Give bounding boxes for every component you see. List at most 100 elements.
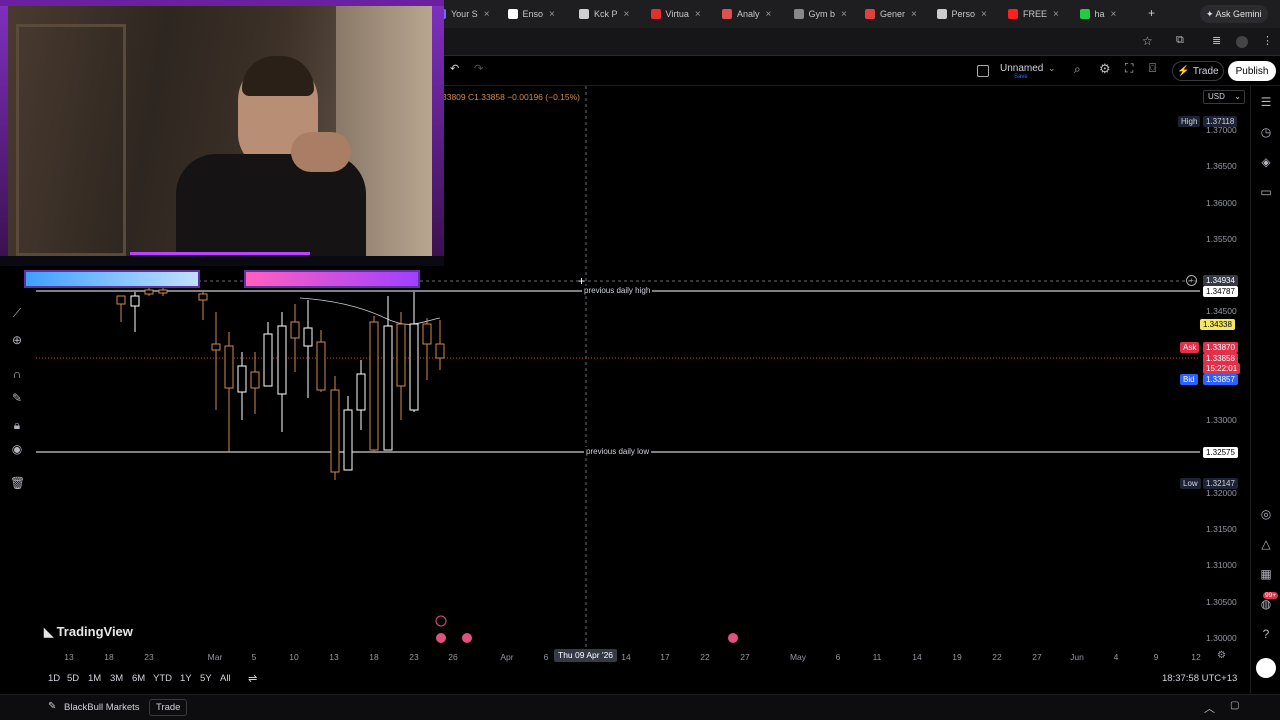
time-axis-tick: 13 (329, 652, 339, 662)
time-axis-tick: 14 (912, 652, 922, 662)
candle-body (303, 327, 313, 347)
zoom-in-icon[interactable]: ⊕ (10, 333, 24, 347)
time-axis-tick: 27 (740, 652, 750, 662)
target-icon[interactable]: ◎ (1258, 506, 1274, 522)
time-axis-tick: 13 (64, 652, 74, 662)
candle-body (396, 323, 406, 387)
cam-person-hair (242, 56, 314, 96)
range-button[interactable]: 5D (67, 673, 79, 684)
price-axis-tick: 1.36500 (1206, 161, 1237, 172)
range-button[interactable]: All (220, 673, 231, 684)
watchlist-icon[interactable]: ☰ (1258, 94, 1274, 110)
ohlc-legend: 33809 C1.33858 −0.00196 (−0.15%) (442, 92, 581, 102)
event-marker-icon[interactable] (436, 633, 446, 643)
trash-icon[interactable]: 🗑︎ (10, 476, 25, 490)
currency-select[interactable]: USD ⌄ (1203, 90, 1245, 104)
event-marker-icon[interactable] (435, 615, 447, 627)
status-trade-button[interactable]: Trade (149, 699, 188, 716)
candle-body (130, 295, 140, 307)
time-axis-tick: Mar (207, 652, 223, 662)
price-axis-tick: 1.30500 (1206, 596, 1237, 607)
time-axis-tick: Jun (1070, 652, 1084, 662)
lock-icon[interactable]: 🔒︎ (10, 418, 24, 432)
time-axis-tick: 14 (621, 652, 631, 662)
currency-label: USD (1208, 92, 1225, 101)
candle-body (277, 325, 287, 395)
assistant-button[interactable] (1256, 658, 1276, 678)
time-axis-tick: 23 (409, 652, 419, 662)
moving-average-line (299, 297, 441, 325)
layers-icon[interactable]: ◈ (1258, 154, 1274, 170)
chat-icon[interactable]: ▭ (1258, 184, 1274, 200)
ruler-icon[interactable]: ⟋ (10, 306, 24, 320)
price-axis-tick: 1.36000 (1206, 197, 1237, 208)
candle-body (330, 389, 340, 473)
webcam-overlay (0, 0, 444, 294)
add-alert-icon[interactable]: + (1186, 275, 1197, 286)
candle-body (290, 321, 300, 339)
ideas-icon[interactable]: △ (1258, 536, 1274, 552)
time-axis-tick: 23 (144, 652, 154, 662)
webcam-frame-bottom (0, 256, 444, 266)
right-widget-bar: ☰ ◷ ◈ ▭ ◎ △ ▦ ◍ 99+ ? (1250, 86, 1280, 694)
range-button[interactable]: 1M (88, 673, 101, 684)
tradingview-logo-icon: ◣ (44, 625, 57, 639)
drawing-tools-sidebar: ⟋ ⊕ ∩ ✎ 🔒︎ ◉ 🗑︎ (0, 296, 34, 496)
eye-icon[interactable]: ◉ (10, 442, 24, 456)
time-axis-tick: 12 (1191, 652, 1201, 662)
time-axis-tick: 26 (448, 652, 458, 662)
help-icon[interactable]: ? (1258, 626, 1274, 642)
range-button[interactable]: 1D (48, 673, 60, 684)
range-button[interactable]: 6M (132, 673, 145, 684)
time-axis-tick: 18 (369, 652, 379, 662)
ask-price-tag: 1.33870 (1203, 342, 1238, 353)
time-axis-settings-icon[interactable]: ⚙ (1217, 650, 1226, 661)
time-axis-tick: Apr (500, 652, 514, 662)
maximize-panel-icon[interactable]: ▢ (1230, 700, 1239, 711)
range-button[interactable]: 5Y (200, 673, 212, 684)
bottom-status-bar: ✎ BlackBull Markets Trade ︿ ▢ (0, 694, 1280, 720)
time-axis-tick: 19 (952, 652, 962, 662)
range-button[interactable]: 1Y (180, 673, 192, 684)
broker-name[interactable]: BlackBull Markets (64, 702, 140, 713)
time-axis-tick: 18 (104, 652, 114, 662)
price-axis-tick: 1.32000 (1206, 487, 1237, 498)
candle-body (224, 345, 234, 389)
watermark-text: TradingView (56, 624, 133, 639)
date-range-bar: 1D 5D 1M 3M 6M YTD 1Y 5Y All ⇌ 18:37:58 UTC+13 (36, 668, 1250, 690)
candle-body (422, 323, 432, 345)
notification-badge: 99+ (1263, 592, 1279, 599)
webcam-glow-bar (130, 252, 310, 255)
alerts-clock-icon[interactable]: ◷ (1258, 124, 1274, 140)
time-axis-tick: 4 (1113, 652, 1119, 662)
webcam-frame-left (0, 0, 8, 262)
high-label-tag: High (1178, 116, 1201, 127)
time-axis-tick: 22 (992, 652, 1002, 662)
candle-body (237, 365, 247, 393)
goto-date-icon[interactable]: ⇌ (248, 672, 257, 685)
event-marker-icon[interactable] (462, 633, 472, 643)
chevron-up-icon[interactable]: ︿ (1204, 700, 1215, 716)
bid-price-tag: 1.33857 (1203, 374, 1238, 385)
prev-low-annotation: previous daily low (584, 447, 652, 456)
event-marker-icon[interactable] (728, 633, 738, 643)
magnet-icon[interactable]: ∩ (10, 367, 24, 381)
bar-countdown-tag: 15:22:01 (1203, 363, 1241, 374)
range-button[interactable]: YTD (153, 673, 172, 684)
price-axis-tick: 1.34500 (1206, 306, 1237, 317)
webcam-frame-right (432, 0, 444, 262)
candle-body (369, 321, 379, 451)
high-value-tag: 1.37118 (1203, 116, 1238, 127)
time-axis-tick: 11 (872, 652, 882, 662)
utc-clock[interactable]: 18:37:58 UTC+13 (1162, 673, 1237, 684)
calendar-icon[interactable]: ▦ (1258, 566, 1274, 582)
tradingview-watermark[interactable]: ◣ TradingView (44, 624, 133, 639)
cam-door-frame (16, 24, 126, 256)
candle-body (383, 325, 393, 451)
webcam-bar-left (24, 270, 200, 288)
time-axis-tick: 5 (251, 652, 257, 662)
pencil-lock-icon[interactable]: ✎ (10, 391, 24, 405)
range-button[interactable]: 3M (110, 673, 123, 684)
price-axis-tick: 1.35500 (1206, 233, 1237, 244)
price-axis-tick: 1.31000 (1206, 560, 1237, 571)
